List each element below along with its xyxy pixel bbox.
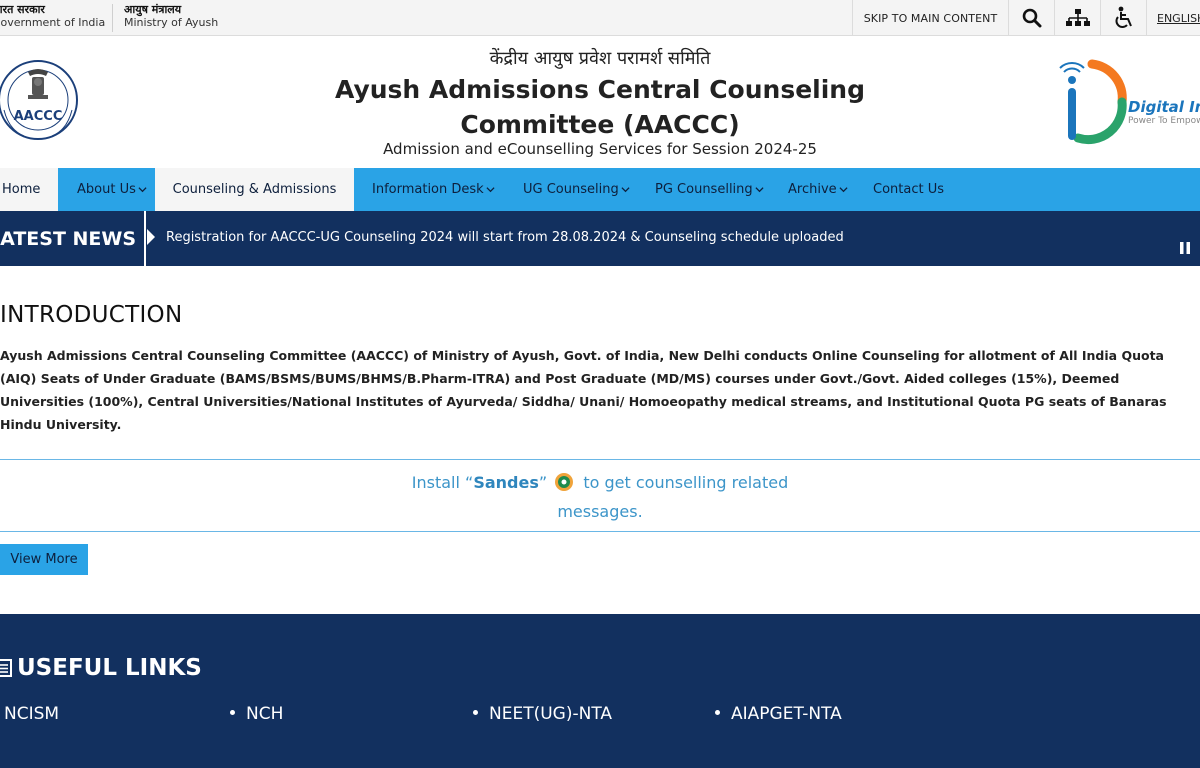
digital-india-text: Digital India bbox=[1128, 98, 1200, 116]
nav-item-contact-us[interactable]: Contact Us bbox=[873, 168, 944, 211]
ministry-hindi: आयुष मंत्रालय bbox=[124, 3, 182, 16]
view-more-button[interactable]: View More bbox=[0, 544, 88, 575]
chevron-down-icon bbox=[755, 187, 764, 193]
chevron-down-icon bbox=[621, 187, 630, 193]
introduction-text: Ayush Admissions Central Counseling Comm… bbox=[0, 348, 1167, 432]
sandes-suffix: to get counselling related messages. bbox=[557, 473, 789, 521]
ministry-english: Ministry of Ayush bbox=[124, 16, 219, 29]
ministry-label: आयुष मंत्रालय Ministry of Ayush bbox=[124, 3, 218, 29]
nav-item-label: Contact Us bbox=[873, 182, 944, 197]
divider bbox=[112, 4, 113, 32]
latest-news-label: LATEST NEWS bbox=[0, 211, 146, 266]
useful-links-heading: USEFUL LINKS bbox=[0, 655, 202, 681]
chevron-down-icon bbox=[486, 187, 495, 193]
bullet bbox=[715, 710, 720, 715]
news-item-link[interactable]: Registration for AACCC-UG Counseling 202… bbox=[166, 230, 844, 245]
sandes-quote: ” bbox=[538, 473, 548, 492]
nav-item-about-us[interactable]: About Us bbox=[77, 168, 147, 211]
document-list-icon bbox=[0, 659, 12, 677]
bullet bbox=[473, 710, 478, 715]
nav-item-archive[interactable]: Archive bbox=[788, 168, 848, 211]
site-title: Ayush Admissions Central Counseling Comm… bbox=[300, 72, 900, 142]
useful-link-ncism[interactable]: NCISM bbox=[4, 704, 59, 724]
site-title-line-2: Committee (AACCC) bbox=[460, 110, 740, 139]
pause-button[interactable] bbox=[1178, 240, 1192, 254]
useful-link-nch[interactable]: NCH bbox=[230, 704, 283, 724]
chevron-down-icon bbox=[839, 187, 848, 193]
hindi-site-title: केंद्रीय आयुष प्रवेश परामर्श समिति bbox=[489, 48, 711, 69]
search-icon bbox=[1022, 8, 1041, 28]
accessibility-icon bbox=[1115, 6, 1132, 28]
useful-links-section bbox=[0, 614, 1200, 768]
sitemap-icon bbox=[1065, 9, 1090, 26]
nav-item-pg-counselling[interactable]: PG Counselling bbox=[655, 168, 764, 211]
chevron-down-icon bbox=[138, 187, 147, 193]
svg-text:AACCC: AACCC bbox=[14, 109, 63, 124]
nav-item-counseling-admissions[interactable]: Counseling & Admissions bbox=[155, 168, 354, 211]
sandes-message: Install “Sandes” to get counselling rela… bbox=[400, 468, 800, 526]
useful-links-title: USEFUL LINKS bbox=[17, 655, 202, 681]
useful-link-aiapget[interactable]: AIAPGET-NTA bbox=[715, 704, 842, 724]
sandes-prefix: Install “ bbox=[411, 473, 474, 492]
skip-to-main-content-link[interactable]: SKIP TO MAIN CONTENT bbox=[852, 0, 1008, 36]
site-title-line-1: Ayush Admissions Central Counseling bbox=[335, 75, 865, 104]
top-utility-bar: भारत सरकार Government of India आयुष मंत्… bbox=[0, 0, 1200, 36]
gov-hindi: भारत सरकार bbox=[0, 3, 45, 16]
nav-item-label: Archive bbox=[788, 182, 837, 197]
useful-link-neet-ug[interactable]: NEET(UG)-NTA bbox=[473, 704, 612, 724]
nav-item-home[interactable]: Home bbox=[0, 168, 58, 211]
nav-item-label: UG Counseling bbox=[523, 182, 619, 197]
digital-india-logo[interactable]: Digital India Power To Empower bbox=[1052, 58, 1200, 148]
sitemap-button[interactable] bbox=[1054, 0, 1100, 36]
sandes-app-link[interactable]: Sandes bbox=[473, 473, 539, 492]
main-navigation: Home About Us Counseling & Admissions In… bbox=[0, 168, 1200, 211]
pause-icon bbox=[1180, 242, 1190, 254]
nav-item-label: About Us bbox=[77, 182, 136, 197]
bullet bbox=[230, 710, 235, 715]
digital-india-tagline: Power To Empower bbox=[1128, 116, 1200, 126]
play-arrow-icon bbox=[147, 229, 155, 245]
gov-english: Government of India bbox=[0, 16, 106, 29]
link-label: AIAPGET-NTA bbox=[731, 704, 842, 724]
link-label: NEET(UG)-NTA bbox=[489, 704, 613, 724]
sandes-app-icon[interactable] bbox=[554, 472, 574, 492]
site-subtitle: Admission and eCounselling Services for … bbox=[383, 140, 817, 158]
nav-item-label: Home bbox=[2, 182, 41, 197]
nav-item-ug-counseling[interactable]: UG Counseling bbox=[523, 168, 630, 211]
accessibility-button[interactable] bbox=[1100, 0, 1146, 36]
digital-india-swirl-icon bbox=[1059, 59, 1127, 145]
introduction-heading: INTRODUCTION bbox=[0, 302, 183, 328]
government-of-india-label: भारत सरकार Government of India bbox=[0, 3, 105, 29]
nav-item-label: Information Desk bbox=[372, 182, 484, 197]
link-label: NCH bbox=[246, 704, 284, 724]
nav-item-label: Counseling & Admissions bbox=[172, 182, 337, 197]
language-selector[interactable]: ENGLISH bbox=[1146, 0, 1200, 36]
search-button[interactable] bbox=[1008, 0, 1054, 36]
nav-item-label: PG Counselling bbox=[655, 182, 753, 197]
nav-item-information-desk[interactable]: Information Desk bbox=[372, 168, 495, 211]
